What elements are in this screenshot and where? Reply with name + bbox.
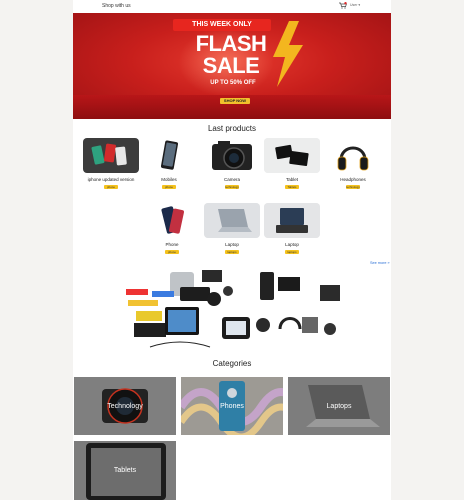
- product-image[interactable]: [264, 138, 320, 173]
- laptop-picture: [204, 203, 260, 238]
- category-tile-laptops[interactable]: Laptops: [288, 377, 390, 435]
- product-name[interactable]: Laptop: [264, 242, 320, 248]
- lightning-bolt-icon: [273, 21, 303, 87]
- category-label[interactable]: Laptops: [288, 377, 390, 435]
- product-name[interactable]: Tablet: [264, 177, 320, 183]
- headphones-picture: [337, 146, 369, 171]
- product-card[interactable]: Camera technology: [204, 138, 260, 189]
- category-label[interactable]: Phones: [181, 377, 283, 435]
- product-name[interactable]: iphone updated version: [83, 177, 139, 183]
- category-tile-technology[interactable]: Technology: [74, 377, 176, 435]
- product-image[interactable]: [204, 138, 260, 173]
- accessories-promo-picture: [126, 270, 340, 348]
- category-tile-phones[interactable]: Phones: [181, 377, 283, 435]
- product-name[interactable]: Phone: [144, 242, 200, 248]
- product-image[interactable]: [325, 138, 381, 173]
- banner-discount: UP TO 50% OFF: [210, 80, 256, 86]
- top-navbar: Shop with us User ▾: [73, 0, 391, 13]
- product-image[interactable]: [204, 203, 260, 238]
- tablet-picture: [264, 138, 320, 173]
- product-card[interactable]: Mobiles phone: [141, 138, 197, 189]
- product-name[interactable]: Headphones: [325, 177, 381, 183]
- product-image[interactable]: [141, 138, 197, 173]
- product-category-badge[interactable]: phone: [104, 184, 118, 189]
- product-category-badge[interactable]: phone: [162, 184, 176, 189]
- product-category-badge[interactable]: technology: [346, 184, 360, 189]
- product-name[interactable]: Mobiles: [141, 177, 197, 183]
- last-products-title: Last products: [207, 124, 257, 133]
- categories-title: Categories: [212, 359, 252, 368]
- banner-title: FLASH SALE: [191, 33, 271, 77]
- product-category-badge[interactable]: Tablets: [285, 184, 299, 189]
- product-image[interactable]: [264, 203, 320, 238]
- brand-link[interactable]: Shop with us: [102, 3, 131, 9]
- product-name[interactable]: Laptop: [204, 242, 260, 248]
- category-label[interactable]: Technology: [74, 377, 176, 435]
- page: Shop with us User ▾ THIS WEEK ONLY FLASH…: [73, 0, 391, 500]
- product-card[interactable]: iphone updated version phone: [83, 138, 139, 189]
- user-menu-dropdown[interactable]: User ▾: [350, 3, 360, 7]
- category-tile-tablets[interactable]: Tablets: [74, 441, 176, 500]
- product-image[interactable]: [83, 138, 139, 173]
- flash-sale-banner[interactable]: THIS WEEK ONLY FLASH SALE UP TO 50% OFF …: [73, 13, 391, 119]
- phone-picture: [161, 206, 184, 234]
- camera-picture: [212, 141, 252, 170]
- banner-headline: THIS WEEK ONLY: [173, 19, 271, 31]
- product-card[interactable]: Tablet Tablets: [264, 138, 320, 189]
- product-image[interactable]: [144, 203, 200, 238]
- product-category-badge[interactable]: phone: [165, 249, 179, 254]
- cart-icon[interactable]: [339, 2, 347, 9]
- laptop-picture: [264, 203, 320, 238]
- product-card[interactable]: Laptop laptops: [264, 203, 320, 254]
- phones-picture: [83, 138, 139, 173]
- product-card[interactable]: Headphones technology: [325, 138, 381, 189]
- shop-now-button[interactable]: SHOP NOW: [220, 98, 250, 104]
- category-label[interactable]: Tablets: [74, 441, 176, 500]
- product-card[interactable]: Laptop laptops: [204, 203, 260, 254]
- smartphone-picture: [160, 140, 179, 170]
- product-category-badge[interactable]: laptops: [285, 249, 299, 254]
- product-category-badge[interactable]: laptops: [225, 249, 239, 254]
- see-more-link[interactable]: See more »: [370, 261, 390, 265]
- product-card[interactable]: Phone phone: [144, 203, 200, 254]
- product-name[interactable]: Camera: [204, 177, 260, 183]
- banner-sale-text: SALE: [202, 53, 260, 78]
- product-category-badge[interactable]: technology: [225, 184, 239, 189]
